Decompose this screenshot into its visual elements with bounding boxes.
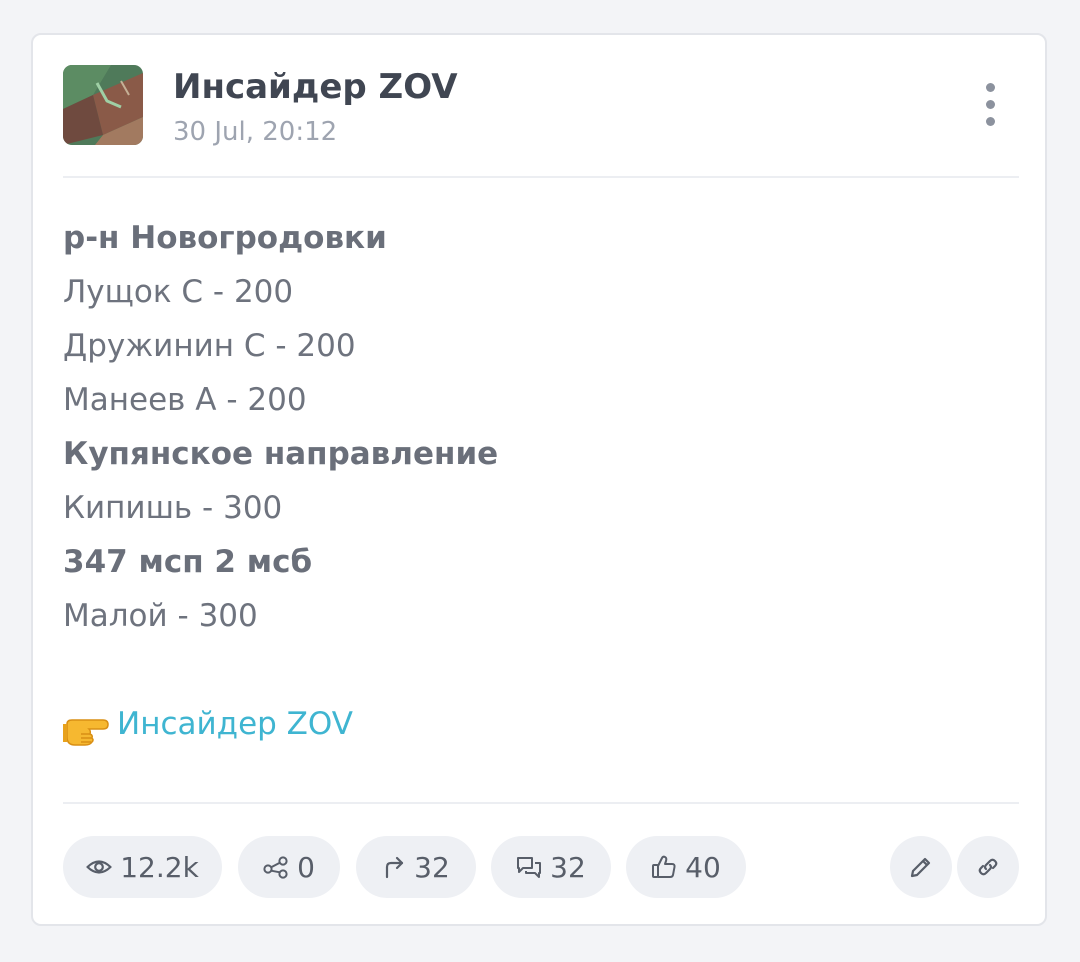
- dot-icon: [986, 100, 995, 109]
- views-count: 12.2k: [120, 850, 199, 884]
- thumbs-up-icon: [652, 855, 676, 878]
- post-card: Инсайдер ZOV 30 Jul, 20:12 р-н Новогродо…: [31, 33, 1047, 926]
- reactions-count: 40: [685, 850, 721, 884]
- post-line: Дружинин С - 200: [63, 328, 356, 364]
- post-line: Лущок С - 200: [63, 274, 294, 310]
- forwards-pill[interactable]: 32: [356, 836, 476, 898]
- edit-button[interactable]: [890, 836, 952, 898]
- eye-icon: [86, 860, 112, 874]
- post-stats-bar: 12.2k 0 32 32 40: [63, 836, 1019, 898]
- post-body: р-н Новогродовки Лущок С - 200 Дружинин …: [63, 211, 1019, 751]
- comments-icon: [517, 857, 542, 878]
- copy-link-button[interactable]: [957, 836, 1019, 898]
- forward-arrow-icon: [386, 856, 404, 879]
- post-line: р-н Новогродовки: [63, 220, 387, 256]
- dot-icon: [986, 117, 995, 126]
- pencil-icon: [910, 857, 931, 878]
- dot-icon: [986, 83, 995, 92]
- post-line: Купянское направление: [63, 436, 499, 472]
- forwards-count: 32: [414, 850, 450, 884]
- post-line: Малой - 300: [63, 598, 258, 634]
- reactions-pill[interactable]: 40: [626, 836, 746, 898]
- post-spacer: [63, 643, 1019, 697]
- share-icon: [263, 856, 288, 879]
- channel-link[interactable]: Инсайдер ZOV: [117, 706, 353, 742]
- post-line: Манеев А - 200: [63, 382, 307, 418]
- link-icon: [978, 858, 998, 876]
- more-options-button[interactable]: [975, 81, 1005, 129]
- pointing-right-hand-icon: [63, 709, 109, 746]
- shares-pill[interactable]: 0: [238, 836, 340, 898]
- post-line: Кипишь - 300: [63, 490, 283, 526]
- header-divider: [63, 176, 1019, 178]
- shares-count: 0: [297, 850, 315, 884]
- channel-avatar[interactable]: [63, 65, 143, 145]
- post-link-line: Инсайдер ZOV: [63, 697, 1019, 751]
- post-date: 30 Jul, 20:12: [173, 117, 338, 147]
- post-header: Инсайдер ZOV 30 Jul, 20:12: [63, 65, 1019, 147]
- views-pill[interactable]: 12.2k: [63, 836, 222, 898]
- post-line: 347 мсп 2 мсб: [63, 544, 313, 580]
- comments-pill[interactable]: 32: [491, 836, 611, 898]
- channel-name[interactable]: Инсайдер ZOV: [173, 67, 458, 107]
- footer-divider: [63, 802, 1019, 804]
- comments-count: 32: [550, 850, 586, 884]
